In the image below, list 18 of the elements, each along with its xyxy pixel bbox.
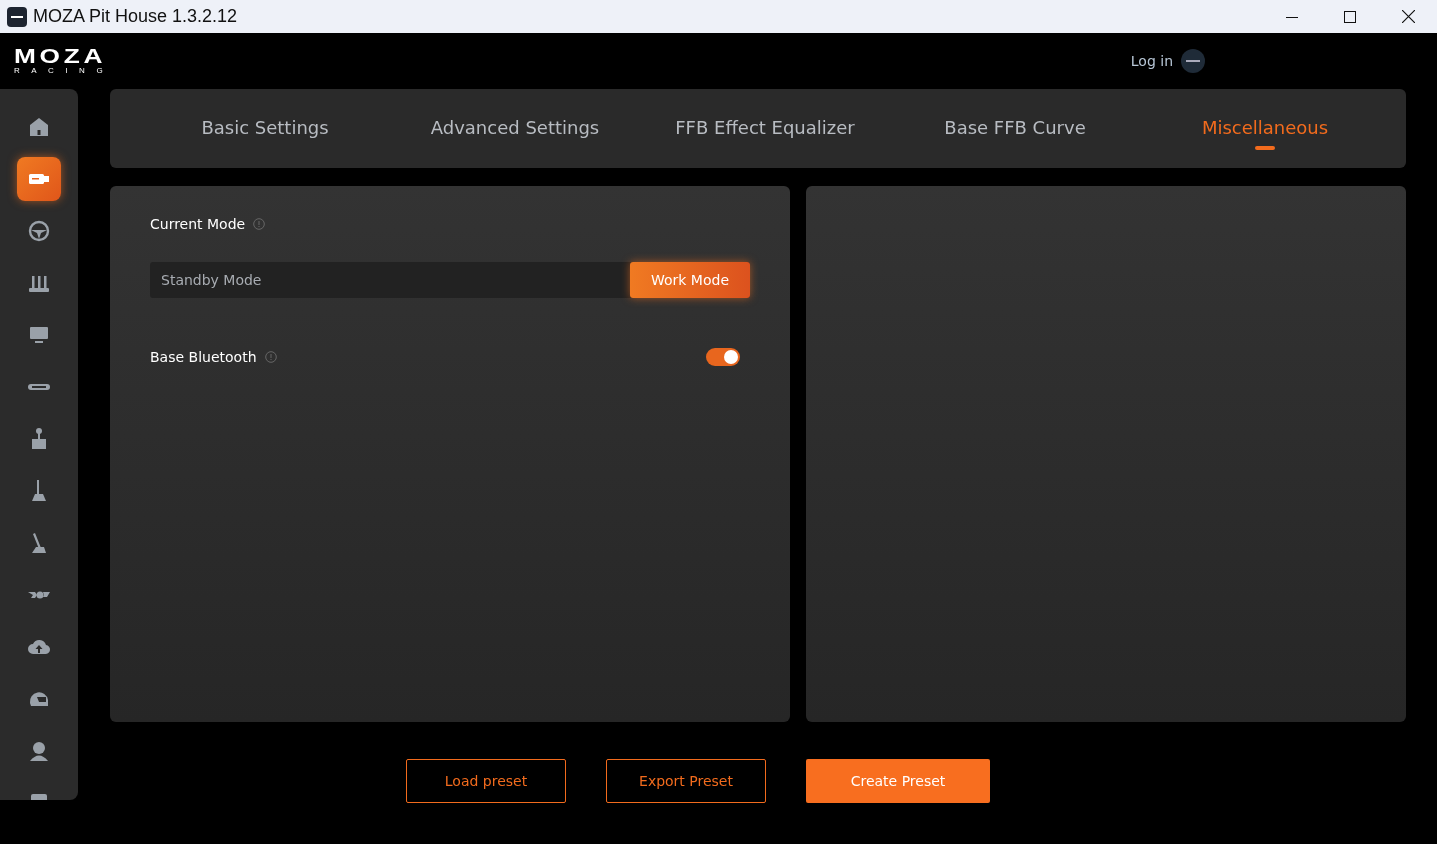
- setting-label: Base Bluetooth: [150, 349, 257, 365]
- login-link[interactable]: Log in: [1130, 53, 1173, 69]
- tab[interactable]: Basic Settings: [140, 105, 390, 152]
- setting-label: Current Mode: [150, 216, 246, 232]
- close-icon[interactable]: [1401, 10, 1415, 23]
- logo: MOZA: [14, 46, 108, 66]
- tab[interactable]: Miscellaneous: [1140, 105, 1390, 152]
- tab[interactable]: Base FFB Curve: [890, 105, 1140, 152]
- tab[interactable]: FFB Effect Equalizer: [640, 105, 890, 152]
- tab[interactable]: Advanced Settings: [390, 105, 640, 152]
- mode-option[interactable]: Work Mode: [630, 262, 750, 298]
- mode-option[interactable]: Standby Mode: [150, 262, 630, 298]
- window-title: MOZA Pit House 1.3.2.12: [33, 6, 239, 27]
- preset-button[interactable]: Load preset: [406, 759, 566, 803]
- logo-subtitle: RACING: [14, 66, 115, 76]
- preset-button[interactable]: Export Preset: [606, 759, 766, 803]
- maximize-icon[interactable]: [1344, 10, 1356, 23]
- toggle-switch[interactable]: [706, 348, 740, 366]
